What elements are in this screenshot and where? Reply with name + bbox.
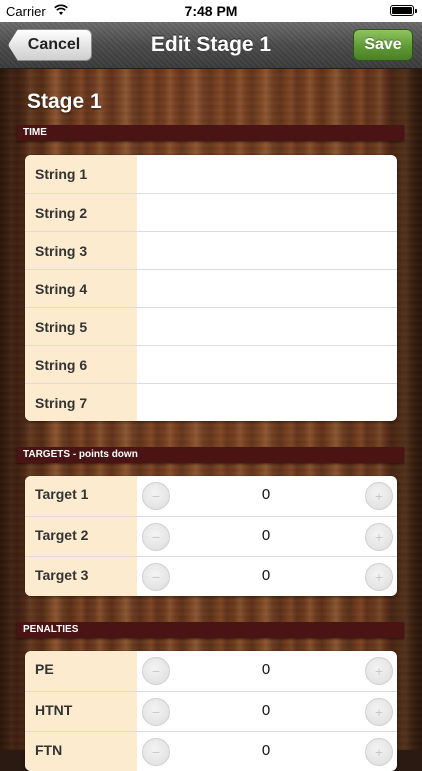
row-label: Target 3 [25,557,137,596]
time-row: String 2 [25,193,397,231]
increment-button[interactable]: + [365,738,393,766]
string-2-input[interactable] [137,194,397,231]
section-header-time: TIME [17,125,404,141]
penalties-group: PE − 0 + HTNT − 0 + FTN − 0 + [25,651,397,771]
decrement-button[interactable]: − [142,657,170,685]
row-label: String 1 [25,155,137,193]
navigation-bar: Cancel Edit Stage 1 Save [0,22,422,69]
decrement-button[interactable]: − [142,523,170,551]
section-header-penalties: PENALTIES [17,622,404,638]
row-label: String 3 [25,232,137,269]
string-3-input[interactable] [137,232,397,269]
row-label: String 6 [25,346,137,383]
battery-icon [390,5,417,16]
row-label: String 7 [25,384,137,421]
time-row: String 7 [25,383,397,421]
stepper-value: 0 [261,527,271,544]
section-header-targets: TARGETS - points down [17,447,404,463]
row-label: FTN [25,732,137,771]
increment-button[interactable]: + [365,563,393,591]
increment-button[interactable]: + [365,657,393,685]
time-row: String 5 [25,307,397,345]
decrement-button[interactable]: − [142,698,170,726]
increment-button[interactable]: + [365,698,393,726]
stepper-value: 0 [261,702,271,719]
stepper-value: 0 [261,661,271,678]
status-bar: Carrier 7:48 PM [0,0,422,22]
target-row: Target 1 − 0 + [25,476,397,516]
time-row: String 3 [25,231,397,269]
increment-button[interactable]: + [365,482,393,510]
target-row: Target 2 − 0 + [25,516,397,556]
row-label: String 4 [25,270,137,307]
string-7-input[interactable] [137,384,397,421]
time-row: String 1 [25,155,397,193]
penalty-row: FTN − 0 + [25,731,397,771]
stage-title: Stage 1 [27,90,102,113]
string-5-input[interactable] [137,308,397,345]
row-label: PE [25,651,137,691]
stepper-value: 0 [261,742,271,759]
save-button[interactable]: Save [353,29,413,61]
time-group: String 1 String 2 String 3 String 4 Stri… [25,155,397,421]
decrement-button[interactable]: − [142,482,170,510]
time-row: String 4 [25,269,397,307]
string-1-input[interactable] [137,155,397,193]
row-label: String 5 [25,308,137,345]
row-label: Target 1 [25,476,137,516]
decrement-button[interactable]: − [142,563,170,591]
stepper-value: 0 [261,567,271,584]
row-label: String 2 [25,194,137,231]
penalty-row: PE − 0 + [25,651,397,691]
row-label: HTNT [25,692,137,731]
time-row: String 6 [25,345,397,383]
status-time: 7:48 PM [184,3,238,19]
string-4-input[interactable] [137,270,397,307]
row-label: Target 2 [25,517,137,556]
stepper-value: 0 [261,486,271,503]
targets-group: Target 1 − 0 + Target 2 − 0 + Target 3 −… [25,476,397,596]
string-6-input[interactable] [137,346,397,383]
target-row: Target 3 − 0 + [25,556,397,596]
decrement-button[interactable]: − [142,738,170,766]
penalty-row: HTNT − 0 + [25,691,397,731]
increment-button[interactable]: + [365,523,393,551]
